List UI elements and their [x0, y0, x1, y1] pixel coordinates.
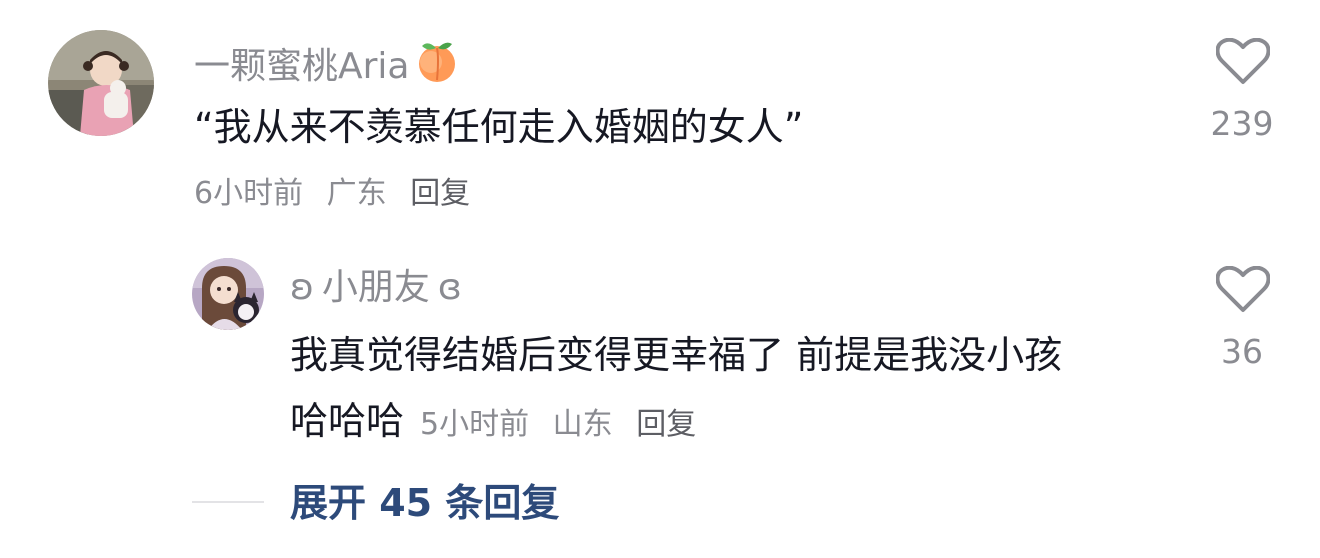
username-text: 小朋友 — [321, 267, 430, 308]
reply-text-line-2: 哈哈哈 5小时前 山东 回复 — [290, 398, 710, 445]
like-count: 239 — [1210, 104, 1274, 143]
reply-username[interactable]: ʚ 小朋友 ɞ — [290, 266, 462, 310]
comment-meta: 6小时前 广东 回复 — [194, 174, 484, 214]
reply-text-line-1: 我真觉得结婚后变得更幸福了 前提是我没小孩 — [290, 333, 1063, 377]
reply-button[interactable]: 回复 — [636, 407, 696, 442]
like-heart-icon[interactable] — [1216, 266, 1270, 314]
peach-icon — [414, 38, 460, 95]
expand-divider — [192, 501, 264, 503]
reply-item: ʚ 小朋友 ɞ 我真觉得结婚后变得更幸福了 前提是我没小孩 哈哈哈 5小时前 山… — [0, 240, 1320, 450]
reply-text-tail: 哈哈哈 — [290, 399, 405, 443]
avatar[interactable] — [192, 258, 264, 330]
comment-text: “我从来不羡慕任何走入婚姻的女人” — [194, 105, 804, 149]
username-text: 一颗蜜桃Aria — [194, 45, 410, 87]
comment-username[interactable]: 一颗蜜桃Aria — [194, 38, 460, 95]
reply-button[interactable]: 回复 — [410, 176, 470, 211]
like-count: 36 — [1221, 332, 1263, 371]
expand-replies-button[interactable]: 展开 45 条回复 — [290, 480, 559, 526]
comment-time: 6小时前 — [194, 176, 304, 211]
reply-time: 5小时前 — [420, 407, 530, 442]
avatar[interactable] — [48, 30, 154, 136]
comment-location: 广东 — [326, 176, 387, 211]
reply-meta: 5小时前 山东 回复 — [420, 405, 710, 445]
reply-location: 山东 — [552, 407, 613, 442]
username-suffix: ɞ — [437, 267, 462, 308]
username-prefix: ʚ — [290, 267, 314, 308]
like-heart-icon[interactable] — [1216, 38, 1270, 86]
comment-item: 一颗蜜桃Aria “我从来不羡慕任何走入婚姻的女人” 6小时前 广东 回复 23… — [0, 0, 1320, 230]
